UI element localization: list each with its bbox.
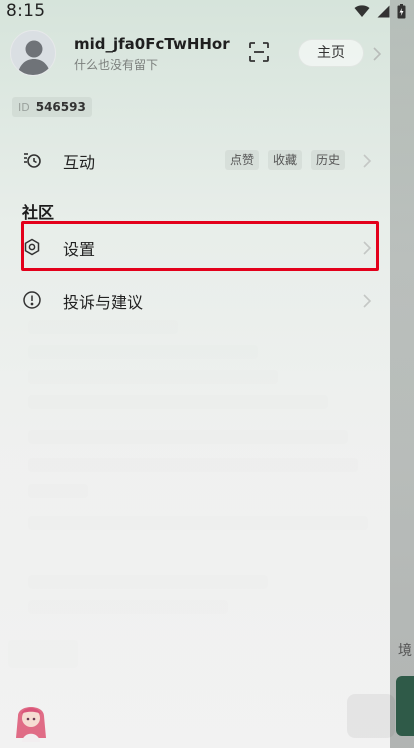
scan-icon[interactable] [247,40,271,64]
status-time: 8:15 [6,1,46,21]
section-title-community: 社区 [22,203,55,222]
menu-item-interact[interactable]: 互动 点赞 收藏 历史 [0,138,390,182]
chevron-right-icon [362,293,372,308]
id-value: 546593 [35,100,86,114]
home-button[interactable]: 主页 [298,39,364,67]
chevron-right-icon [362,153,372,168]
avatar[interactable] [10,30,56,76]
side-drawer: mid_jfa0FcTwHHor 什么也没有留下 主页 ID 546593 互动… [0,0,395,748]
history-clock-icon [22,150,42,170]
profile-header: mid_jfa0FcTwHHor 什么也没有留下 主页 [10,30,390,78]
user-bio: 什么也没有留下 [74,58,159,72]
signal-icon [377,5,390,17]
anime-character-avatar[interactable] [12,698,50,744]
menu-item-feedback[interactable]: 投诉与建议 [0,278,390,322]
floating-action-button[interactable] [347,694,395,738]
background-peek-text: 境 [398,643,412,659]
chevron-right-icon[interactable] [372,46,382,61]
default-avatar-icon [11,31,55,75]
chip-likes[interactable]: 点赞 [225,150,260,170]
status-icons [354,3,406,19]
background-fab-edge [396,676,414,736]
alert-circle-icon [22,290,42,310]
chip-history[interactable]: 历史 [311,150,346,170]
username: mid_jfa0FcTwHHor [74,35,230,53]
status-bar: 8:15 [0,0,414,22]
menu-item-label: 投诉与建议 [63,293,144,312]
menu-item-label: 互动 [63,153,96,172]
id-label: ID [18,100,30,114]
chip-favorites[interactable]: 收藏 [268,150,303,170]
battery-icon [397,3,406,18]
wifi-icon [354,4,370,17]
background-right-strip [390,0,414,748]
settings-highlight-box [21,221,379,271]
user-id-badge: ID 546593 [12,97,92,117]
